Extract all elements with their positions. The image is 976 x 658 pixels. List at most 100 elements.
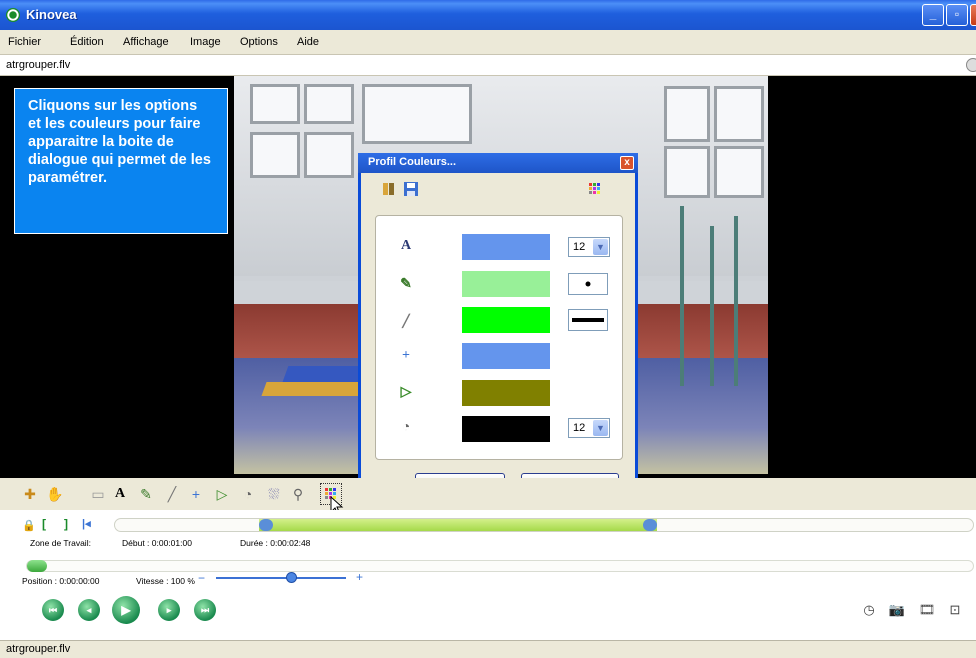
working-zone-end-handle[interactable] [643, 519, 657, 531]
close-button[interactable]: X [970, 4, 976, 26]
pencil-size-select[interactable] [568, 273, 608, 295]
text-color-swatch[interactable] [462, 234, 550, 260]
video-window-pane [304, 84, 354, 124]
open-profile-icon[interactable] [381, 181, 397, 197]
goto-first-frame-button[interactable]: ⏮ [42, 599, 64, 621]
speed-slider-knob[interactable] [286, 572, 297, 583]
pencil-color-swatch[interactable] [462, 271, 550, 297]
drawing-toolbar: ✚ ✋ ▭ A ✎ ╱ + ▷ ◔ ⛆ ⚲ [0, 478, 976, 516]
video-window-pane [714, 86, 764, 142]
window-title: Kinovea [26, 7, 77, 22]
tutorial-callout: Cliquons sur les options et les couleurs… [14, 88, 228, 234]
duration-label: Durée : 0:00:02:48 [240, 538, 311, 548]
menu-options[interactable]: Options [240, 36, 278, 48]
close-file-icon[interactable] [966, 58, 976, 72]
pen-line-icon [572, 318, 604, 322]
working-zone-track[interactable] [114, 518, 974, 532]
cross-marker-icon: + [402, 348, 410, 363]
menu-aide[interactable]: Aide [297, 36, 319, 48]
chrono-tool-icon: ◔ [401, 420, 411, 435]
line-tool-icon[interactable]: ╱ [164, 486, 180, 502]
pencil-tool-icon[interactable]: ✎ [138, 486, 154, 502]
working-zone-start-handle[interactable] [259, 519, 273, 531]
text-tool-icon: A [400, 238, 412, 253]
position-label: Position : 0:00:00:00 [22, 576, 100, 586]
menu-fichier[interactable]: Fichier [8, 36, 41, 48]
angle-tool-icon[interactable]: ▷ [214, 486, 230, 502]
color-settings-panel: A 12 ▼ ✎ ╱ + ▷ ◔ 12 ▼ [375, 215, 623, 460]
menu-edition[interactable]: Édition [70, 36, 104, 48]
position-thumb[interactable] [27, 560, 47, 572]
callout-text: Cliquons sur les options et les couleurs… [28, 98, 211, 186]
chrono-icon[interactable]: ◷ [860, 602, 878, 618]
save-profile-icon[interactable] [403, 181, 419, 197]
save-video-icon[interactable]: 🎞 [918, 602, 936, 618]
hand-tool-icon[interactable]: ✋ [46, 486, 63, 502]
video-pole [734, 216, 738, 386]
set-start-icon[interactable]: [ [42, 517, 46, 531]
kinovea-logo-icon [6, 8, 20, 22]
title-bar: Kinovea _ ▫ X [0, 0, 976, 30]
kinovea-window: Kinovea _ ▫ X Fichier Édition Affichage … [0, 0, 976, 658]
working-zone-range[interactable] [259, 519, 657, 531]
dialog-close-button[interactable]: x [620, 156, 634, 170]
status-text: atrgrouper.flv [6, 643, 71, 655]
menu-bar: Fichier Édition Affichage Image Options … [0, 30, 976, 54]
magnifier-icon[interactable]: ⚲ [290, 486, 306, 502]
start-time-label: Début : 0:00:01:00 [122, 538, 192, 548]
pen-dot-icon [585, 281, 591, 287]
grid-tool-icon[interactable]: ⛆ [266, 486, 282, 502]
add-keyframe-icon[interactable]: ✚ [22, 486, 38, 502]
cross-color-swatch[interactable] [462, 343, 550, 369]
chevron-down-icon: ▼ [593, 239, 608, 255]
video-window-pane [714, 146, 764, 198]
text-size-select[interactable]: 12 ▼ [568, 237, 610, 257]
video-window-pane [250, 84, 300, 124]
file-tab-label: atrgrouper.flv [6, 59, 71, 71]
chevron-down-icon: ▼ [593, 420, 608, 436]
cross-marker-icon[interactable]: + [188, 486, 204, 502]
line-color-swatch[interactable] [462, 307, 550, 333]
position-track[interactable] [26, 560, 974, 572]
pencil-tool-icon: ✎ [400, 277, 412, 292]
previous-frame-button[interactable]: ◂ [78, 599, 100, 621]
text-size-value: 12 [573, 241, 586, 253]
pointer-tool-icon[interactable]: ▭ [90, 486, 106, 502]
timeline-panel: 🔒 [ ] |◂ Zone de Travail: Début : 0:00:0… [0, 510, 976, 640]
set-end-icon[interactable]: ] [64, 517, 68, 531]
chrono-color-swatch[interactable] [462, 416, 550, 442]
snapshot-camera-icon[interactable]: 📷 [888, 602, 906, 618]
minimize-button[interactable]: _ [922, 4, 944, 26]
speed-decrease-icon[interactable]: − [198, 571, 205, 585]
color-profile-icon [589, 183, 600, 194]
play-button[interactable]: ▶ [112, 596, 140, 624]
video-pole [710, 226, 714, 386]
status-bar: atrgrouper.flv [0, 640, 976, 658]
file-tab[interactable]: atrgrouper.flv [0, 54, 976, 76]
speed-slider[interactable] [216, 577, 346, 579]
maximize-button[interactable]: ▫ [946, 4, 968, 26]
video-window-pane [250, 132, 300, 178]
chrono-tool-icon[interactable]: ◔ [240, 486, 256, 502]
speed-label: Vitesse : 100 % [136, 576, 195, 586]
zone-label: Zone de Travail: [30, 538, 91, 548]
color-profile-dialog: Profil Couleurs... x A 12 ▼ ✎ ╱ + ▷ ◔ 12… [358, 153, 638, 511]
dialog-title-bar[interactable]: Profil Couleurs... x [358, 153, 638, 173]
line-style-select[interactable] [568, 309, 608, 331]
speed-increase-icon[interactable]: + [356, 570, 363, 584]
video-window-pane [304, 132, 354, 178]
angle-color-swatch[interactable] [462, 380, 550, 406]
menu-affichage[interactable]: Affichage [123, 36, 169, 48]
chrono-size-value: 12 [573, 422, 586, 434]
text-tool-icon[interactable]: A [112, 486, 128, 502]
video-window-pane [664, 86, 710, 142]
goto-last-frame-button[interactable]: ⏭ [194, 599, 216, 621]
menu-image[interactable]: Image [190, 36, 221, 48]
goto-start-icon[interactable]: |◂ [82, 517, 91, 530]
line-tool-icon: ╱ [402, 314, 410, 328]
presentation-icon[interactable]: ⊡ [946, 602, 964, 618]
lock-icon[interactable]: 🔒 [22, 519, 36, 532]
chrono-size-select[interactable]: 12 ▼ [568, 418, 610, 438]
video-window-pane [664, 146, 710, 198]
next-frame-button[interactable]: ▸ [158, 599, 180, 621]
